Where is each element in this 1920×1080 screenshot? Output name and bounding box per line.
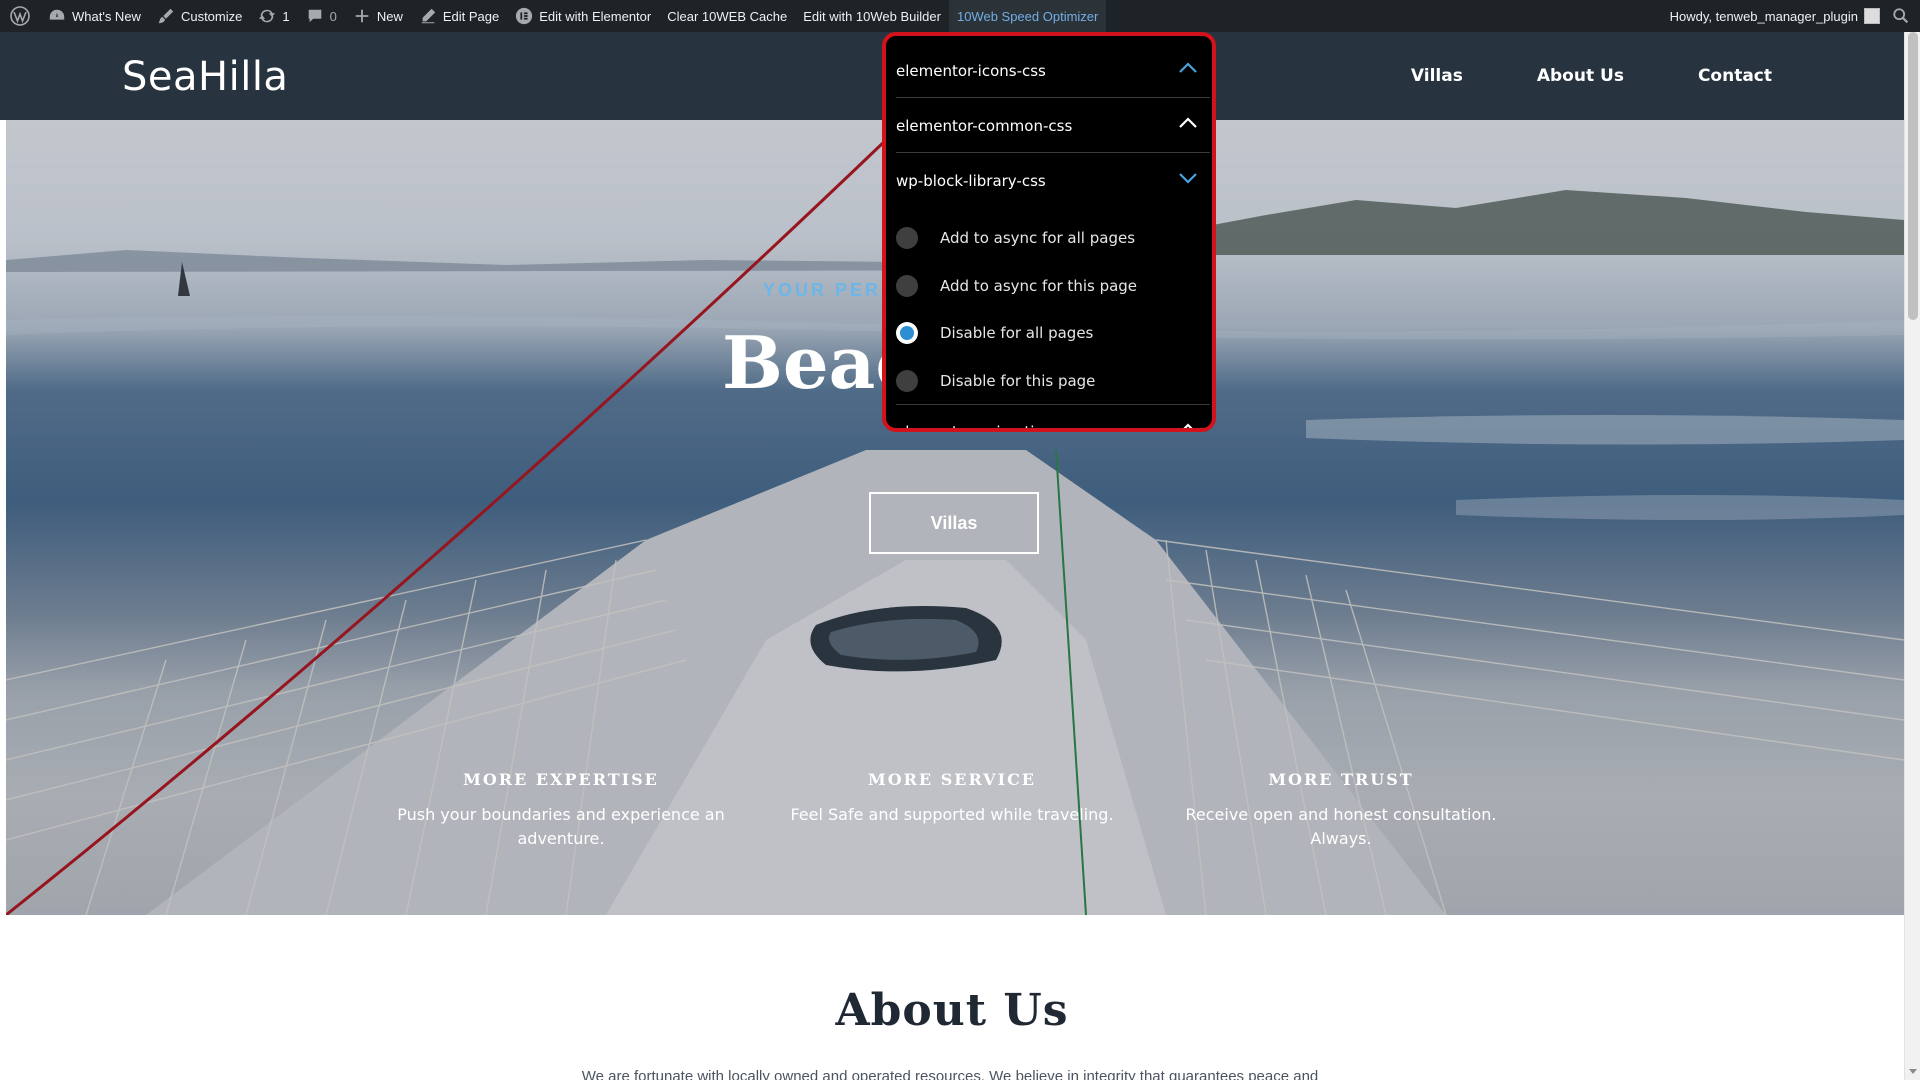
brush-icon [158,8,174,24]
accordion-wp-block-library-css[interactable]: wp-block-library-css [896,154,1210,208]
accordion-elementor-common-css[interactable]: elementor-common-css [896,99,1210,153]
feature-title: MORE EXPERTISE [463,770,659,789]
avatar [1864,8,1880,24]
elementor-icon [516,7,533,25]
dashboard-icon [49,9,65,20]
updates-icon [259,9,276,23]
speed-optimizer-panel: elementor-icons-css elementor-common-css… [882,32,1216,432]
feature-service: MORE SERVICE Feel Safe and supported whi… [772,770,1132,827]
comments-count: 0 [329,8,337,24]
edit-with-10web-builder-label: Edit with 10Web Builder [803,8,941,24]
about-title: About Us [835,985,1069,1036]
site-logo[interactable]: SeaHilla [122,54,288,100]
edit-page-item[interactable]: Edit Page [411,0,507,32]
user-account-item[interactable]: Howdy, tenweb_manager_plugin [1662,0,1888,32]
option-disable-all-pages[interactable]: Disable for all pages [896,313,1196,353]
feature-trust: MORE TRUST Receive open and honest consu… [1161,770,1521,851]
option-disable-this-page[interactable]: Disable for this page [896,361,1196,401]
chevron-up-icon [1183,423,1193,428]
wp-logo-button[interactable] [0,0,40,32]
option-label: Disable for this page [940,372,1096,390]
customize-item[interactable]: Customize [149,0,250,32]
radio-button[interactable] [896,275,918,297]
chevron-down-icon [1179,173,1197,184]
accordion-label: elementor-icons-css [896,61,1046,80]
whats-new-label: What's New [72,8,141,24]
scroll-thumb[interactable] [1908,32,1918,320]
nav-item-villas[interactable]: Villas [1411,66,1463,86]
clear-cache-item[interactable]: Clear 10WEB Cache [659,0,795,32]
chevron-up-icon [1179,62,1197,73]
accordion-label: elementor-common-css [896,116,1073,135]
option-async-all-pages[interactable]: Add to async for all pages [896,218,1196,258]
search-icon [1893,8,1909,24]
edit-with-10web-builder-item[interactable]: Edit with 10Web Builder [795,0,949,32]
wp-admin-bar: What's New Customize 1 0 New Edit Page E… [0,0,1920,32]
page-scrollbar[interactable] [1904,0,1920,1080]
feature-expertise: MORE EXPERTISE Push your boundaries and … [381,770,741,851]
feature-title: MORE SERVICE [867,770,1036,789]
option-label: Disable for all pages [940,324,1094,342]
option-label: Add to async for all pages [940,229,1136,247]
updates-count: 1 [282,8,290,24]
speed-optimizer-item[interactable]: 10Web Speed Optimizer [948,0,1107,32]
feature-title: MORE TRUST [1268,770,1414,789]
accordion-label: wp-block-library-css [896,172,1046,190]
updates-item[interactable]: 1 [250,0,297,32]
user-greeting: Howdy, tenweb_manager_plugin [1669,8,1858,24]
accordion-elementor-icons-css[interactable]: elementor-icons-css [896,44,1210,98]
comment-icon [308,9,321,23]
wordpress-icon [10,6,30,26]
whats-new-item[interactable]: What's New [40,0,149,32]
new-label: New [376,8,403,24]
about-text: We are fortunate with locally owned and … [581,1068,1319,1080]
customize-label: Customize [180,8,243,24]
new-item[interactable]: New [345,0,411,32]
feature-text: Feel Safe and supported while traveling. [790,805,1114,824]
main-nav: Villas About Us Contact [1411,32,1772,120]
admin-search-button[interactable] [1888,0,1920,32]
radio-button[interactable] [896,227,918,249]
feature-text: Receive open and honest consultation. Al… [1185,805,1497,848]
edit-with-elementor-label: Edit with Elementor [539,8,652,24]
plus-icon [355,9,369,23]
pencil-icon [421,8,436,24]
option-async-this-page[interactable]: Add to async for this page [896,266,1196,306]
clear-cache-label: Clear 10WEB Cache [667,8,788,24]
adminbar-right: Howdy, tenweb_manager_plugin [1662,0,1920,32]
accordion-elementor-animations-css[interactable]: elementor-animations-css [896,404,1210,432]
villas-button[interactable]: Villas [869,492,1039,554]
chevron-up-icon [1179,117,1197,128]
option-label: Add to async for this page [940,277,1138,295]
radio-button-checked[interactable] [896,322,918,344]
edit-page-label: Edit Page [442,8,500,24]
feature-text: Push your boundaries and experience an a… [397,805,725,848]
hero-eyebrow: YOUR PERF [763,280,896,300]
radio-button[interactable] [896,370,918,392]
speed-optimizer-label: 10Web Speed Optimizer [956,8,1099,24]
nav-item-about-us[interactable]: About Us [1537,66,1624,86]
edit-with-elementor-item[interactable]: Edit with Elementor [507,0,659,32]
accordion-label: elementor-animations-css [896,422,1091,432]
scroll-down-arrow-icon[interactable] [1909,1069,1917,1074]
comments-item[interactable]: 0 [298,0,345,32]
nav-item-contact[interactable]: Contact [1698,66,1772,86]
